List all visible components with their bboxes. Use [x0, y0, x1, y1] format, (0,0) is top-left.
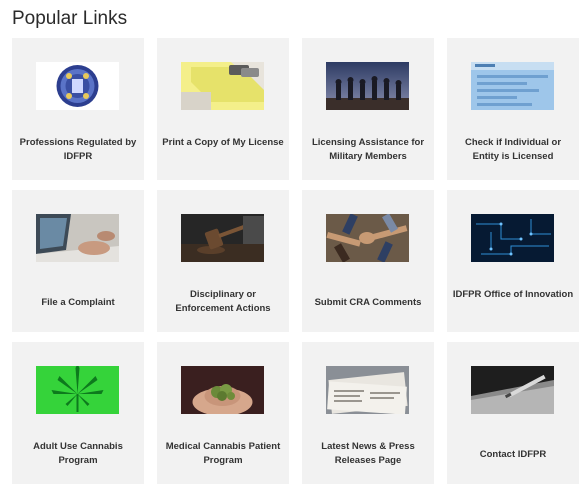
link-tile-file-complaint[interactable]: File a Complaint: [12, 190, 144, 332]
link-tile-print-license[interactable]: Print a Copy of My License: [157, 38, 289, 180]
link-tile-news-press-releases[interactable]: Latest News & Press Releases Page: [302, 342, 434, 484]
link-tile-adult-use-cannabis[interactable]: Adult Use Cannabis Program: [12, 342, 144, 484]
license-lookup-screen-icon: [471, 62, 554, 110]
link-label: File a Complaint: [41, 297, 115, 308]
cannabis-leaf-icon: [36, 366, 119, 414]
link-label: Print a Copy of My License: [162, 137, 284, 148]
link-tile-professions-regulated[interactable]: Professions Regulated by IDFPR: [12, 38, 144, 180]
link-label: Disciplinary or Enforcement Actions: [175, 289, 271, 314]
digital-circuit-icon: [471, 214, 554, 262]
link-label: Medical Cannabis Patient Program: [165, 441, 281, 466]
link-label: Check if Individual or Entity is License…: [464, 137, 562, 162]
newspapers-icon: [326, 366, 409, 414]
laptop-typing-icon: [36, 214, 119, 262]
military-silhouettes-icon: [326, 62, 409, 110]
link-label: Submit CRA Comments: [314, 297, 422, 308]
popular-links-grid: Professions Regulated by IDFPR Print a C…: [12, 38, 579, 484]
link-label: IDFPR Office of Innovation: [452, 289, 574, 300]
pen-paper-icon: [471, 366, 554, 414]
link-tile-military-assistance[interactable]: Licensing Assistance for Military Member…: [302, 38, 434, 180]
link-label: Latest News & Press Releases Page: [321, 441, 415, 466]
link-label: Contact IDFPR: [479, 449, 547, 460]
page-title: Popular Links: [12, 8, 128, 29]
cannabis-in-hands-icon: [181, 366, 264, 414]
license-card-icon: [181, 62, 264, 110]
link-label: Adult Use Cannabis Program: [33, 441, 123, 466]
link-label: Licensing Assistance for Military Member…: [311, 137, 425, 162]
link-tile-office-of-innovation[interactable]: IDFPR Office of Innovation: [447, 190, 579, 332]
link-label: Professions Regulated by IDFPR: [19, 137, 137, 162]
link-tile-disciplinary-actions[interactable]: Disciplinary or Enforcement Actions: [157, 190, 289, 332]
link-tile-check-licensed[interactable]: Check if Individual or Entity is License…: [447, 38, 579, 180]
team-hands-icon: [326, 214, 409, 262]
idfpr-seal-icon: [36, 62, 119, 110]
link-tile-medical-cannabis[interactable]: Medical Cannabis Patient Program: [157, 342, 289, 484]
link-tile-contact-idfpr[interactable]: Contact IDFPR: [447, 342, 579, 484]
gavel-icon: [181, 214, 264, 262]
link-tile-cra-comments[interactable]: Submit CRA Comments: [302, 190, 434, 332]
